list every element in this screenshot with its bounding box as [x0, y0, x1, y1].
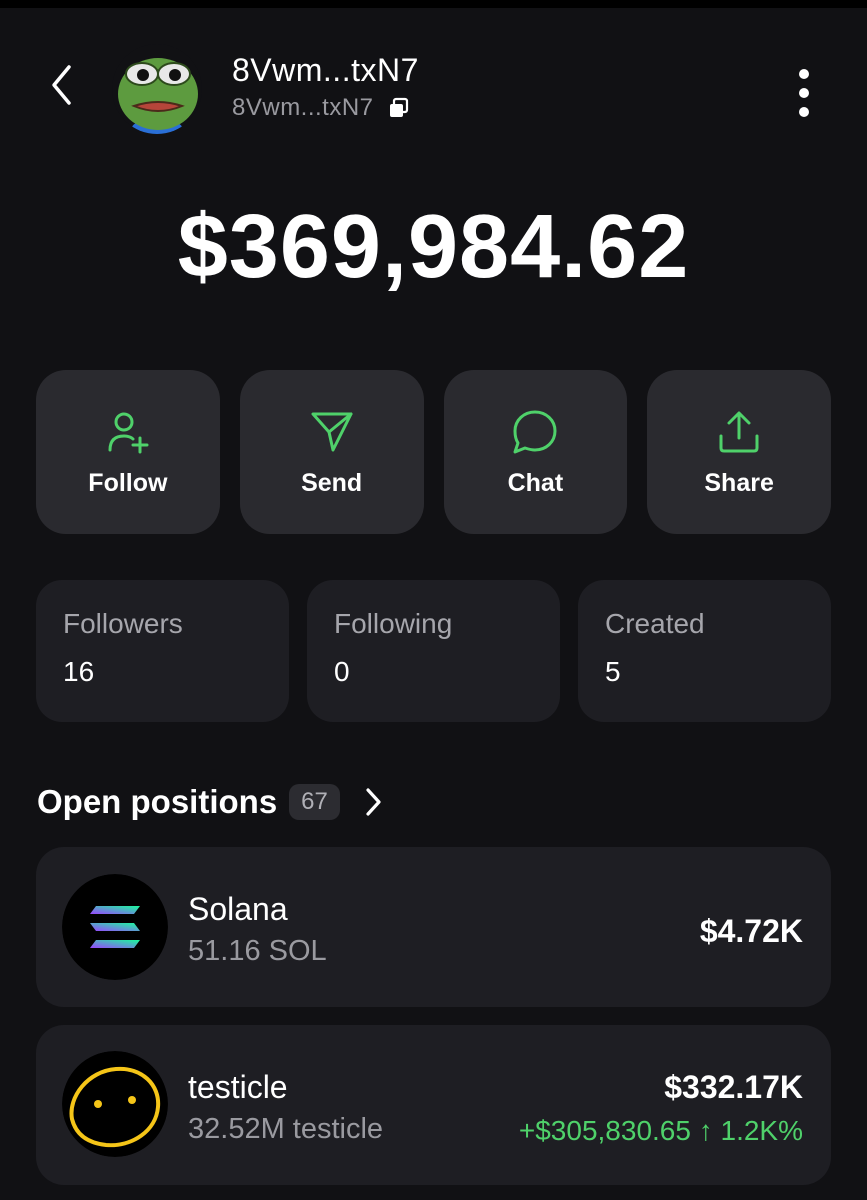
copy-icon[interactable]: [386, 95, 412, 121]
open-positions-title: Open positions: [37, 783, 278, 820]
follow-label: Follow: [88, 468, 168, 497]
wallet-address-row: 8Vwm...txN7: [232, 94, 412, 122]
action-bar: Follow Send Chat Share: [36, 370, 831, 534]
more-options-button[interactable]: [784, 66, 824, 120]
chat-button[interactable]: Chat: [443, 370, 628, 534]
created-stat[interactable]: Created 5: [578, 580, 831, 722]
followers-label: Followers: [63, 608, 183, 639]
position-name: Solana: [188, 891, 288, 927]
position-name: testicle: [188, 1069, 288, 1105]
back-button[interactable]: [40, 63, 84, 107]
send-label: Send: [301, 468, 363, 497]
total-balance: $369,984.62: [177, 197, 690, 297]
position-row-solana[interactable]: Solana 51.16 SOL $4.72K: [36, 847, 831, 1007]
followers-stat[interactable]: Followers 16: [36, 580, 289, 722]
followers-value: 16: [63, 656, 95, 687]
share-icon: [714, 407, 764, 457]
following-stat[interactable]: Following 0: [307, 580, 560, 722]
created-label: Created: [605, 608, 705, 639]
position-pnl: +$305,830.65 ↑ 1.2K%: [518, 1115, 803, 1146]
chat-bubble-icon: [510, 407, 560, 457]
position-value: $332.17K: [664, 1069, 803, 1105]
follow-button[interactable]: Follow: [36, 370, 220, 534]
following-label: Following: [334, 608, 453, 639]
avatar[interactable]: [112, 44, 202, 134]
profile-stats: Followers 16 Following 0 Created 5: [36, 580, 831, 722]
wallet-title: 8Vwm...txN7: [232, 52, 419, 88]
send-button[interactable]: Send: [239, 370, 424, 534]
chevron-right-icon: [358, 782, 388, 822]
wallet-address: 8Vwm...txN7: [232, 94, 374, 121]
positions-count-badge: 67: [289, 784, 340, 820]
solana-token-icon: [62, 874, 168, 980]
following-value: 0: [334, 656, 350, 687]
testicle-token-icon: [62, 1051, 168, 1157]
profile-screen: 8Vwm...txN7 8Vwm...txN7 $369,984.62 Foll…: [0, 8, 867, 1200]
user-plus-icon: [103, 407, 153, 457]
chevron-left-icon: [52, 65, 71, 105]
more-vertical-icon: [799, 69, 809, 117]
position-value: $4.72K: [699, 913, 803, 949]
send-icon: [307, 407, 357, 457]
share-button[interactable]: Share: [647, 370, 831, 534]
share-label: Share: [704, 468, 774, 497]
created-value: 5: [605, 656, 621, 687]
open-positions-header[interactable]: Open positions 67: [37, 782, 388, 822]
position-amount: 32.52M testicle: [188, 1113, 384, 1145]
position-amount: 51.16 SOL: [188, 935, 327, 967]
position-row-testicle[interactable]: testicle 32.52M testicle $332.17K +$305,…: [36, 1025, 831, 1185]
chat-label: Chat: [507, 468, 564, 497]
